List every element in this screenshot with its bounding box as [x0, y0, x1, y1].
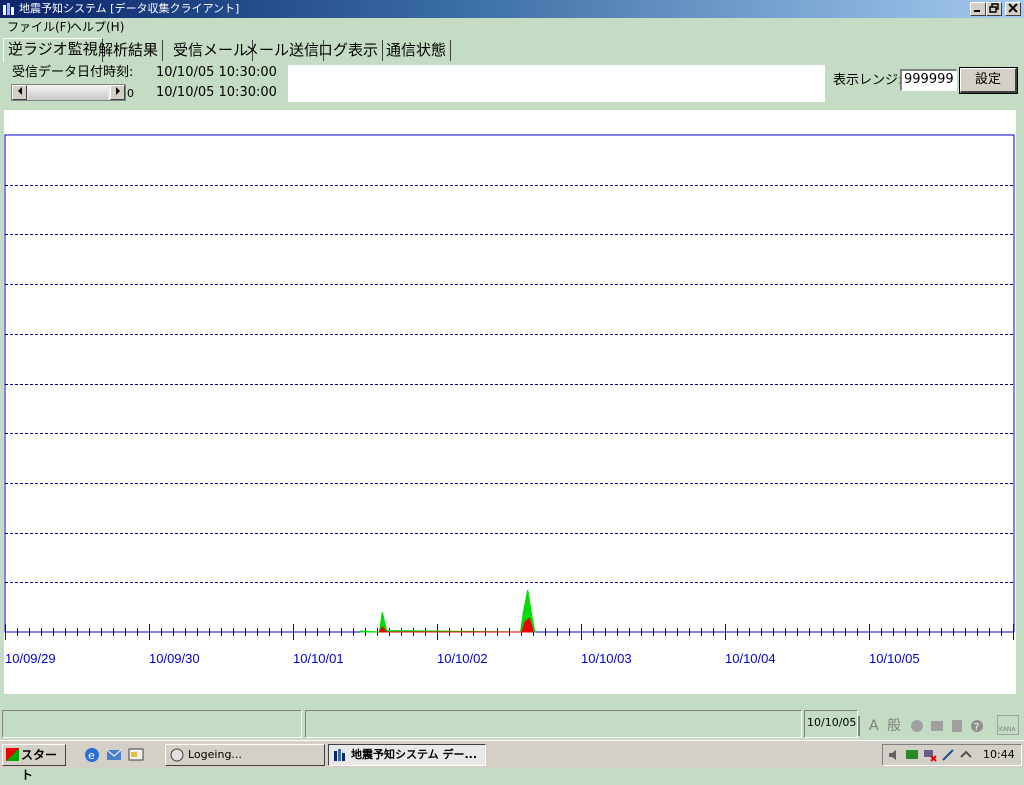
minimize-icon — [974, 10, 980, 12]
start-label: スタート — [21, 748, 58, 782]
arrow-left-icon — [17, 87, 22, 95]
close-icon — [1008, 3, 1018, 13]
menu-bar: ファイル(F) ヘルプ(H) — [0, 18, 1024, 37]
ime-help-icon[interactable]: ? — [969, 718, 985, 734]
taskbar-button-logging-label: Logeing... — [188, 748, 242, 761]
taskbar-button-earthquake-label: 地震予知システム デー... — [351, 748, 478, 761]
volume-icon[interactable] — [887, 748, 901, 762]
start-button[interactable]: スタート — [2, 744, 66, 782]
x-tick-label: 10/10/01 — [293, 651, 344, 666]
x-tick-label: 10/10/05 — [869, 651, 920, 666]
status-pane-date: 10/10/05 — [804, 710, 858, 738]
scroll-left-button[interactable] — [12, 85, 27, 100]
set-button[interactable]: 設定 — [959, 67, 1018, 94]
ime-grip-icon — [858, 716, 860, 736]
time-scrollbar[interactable] — [11, 84, 126, 101]
tab-analysis-results[interactable]: 解析結果 — [94, 40, 164, 61]
taskbar: スタート e Logeing... 地震予知システム デー... 10:44 — [0, 740, 1024, 782]
scroll-thumb[interactable] — [28, 85, 108, 100]
system-tray: 10:44 — [882, 744, 1022, 766]
series-1-area — [378, 617, 535, 633]
plot-frame — [4, 134, 1015, 633]
sync-icon[interactable] — [959, 748, 973, 762]
taskbar-button-earthquake-system[interactable]: 地震予知システム デー... — [328, 744, 486, 766]
tab-send-mail[interactable]: メール送信 — [240, 40, 325, 61]
restore-icon — [989, 3, 999, 13]
message-display-box — [288, 65, 825, 102]
tab-strip: 逆ラジオ監視 解析結果 受信メール メール送信 ログ表示 通信状態 — [0, 38, 1024, 62]
network-disconnected-icon[interactable] — [923, 748, 937, 762]
ime-toolbar: A 般 ? KANA — [857, 714, 1022, 738]
monitor-chart: 10/09/29 10/09/30 10/10/01 10/10/02 10/10/03… — [4, 110, 1016, 694]
tab-reverse-radio-monitor[interactable]: 逆ラジオ監視 — [3, 38, 103, 62]
menu-help[interactable]: ヘルプ(H) — [70, 20, 124, 35]
maximize-button[interactable] — [986, 2, 1002, 16]
pen-icon[interactable] — [941, 748, 955, 762]
minimize-button[interactable] — [970, 2, 986, 16]
received-datetime-label: 受信データ日付時刻: — [12, 65, 134, 80]
earthquake-app-icon — [334, 749, 345, 761]
svg-text:?: ? — [974, 722, 979, 733]
windows-logo-icon — [6, 748, 19, 761]
ime-pad-icon[interactable] — [929, 718, 945, 734]
status-pane-1 — [2, 710, 302, 738]
menu-file[interactable]: ファイル(F) — [7, 20, 71, 35]
ime-kana-label: KANA — [999, 726, 1016, 733]
window-title: 地震予知システム [データ収集クライアント] — [19, 2, 240, 15]
series-0-area — [360, 589, 536, 633]
display-range-input[interactable]: 999999 — [900, 69, 957, 91]
x-tick-label: 10/09/30 — [149, 651, 200, 666]
ime-conversion-mode[interactable]: 般 — [887, 716, 901, 736]
received-datetime-value: 10/10/05 10:30:00 — [156, 65, 277, 80]
app-icon — [3, 3, 14, 15]
tab-log-view[interactable]: ログ表示 — [314, 40, 384, 61]
x-tick-label: 10/10/04 — [725, 651, 776, 666]
x-tick-label: 10/10/02 — [437, 651, 488, 666]
arrow-right-icon — [115, 87, 120, 95]
x-tick-label: 10/10/03 — [581, 651, 632, 666]
chart-canvas: 10/09/29 10/09/30 10/10/01 10/10/02 10/10/03… — [4, 134, 1015, 666]
outlook-express-icon[interactable] — [106, 747, 122, 763]
scroll-position-value: 0 — [127, 87, 134, 100]
internet-explorer-icon[interactable]: e — [84, 747, 100, 763]
x-tick-label: 10/09/29 — [5, 651, 56, 666]
window-title-bar[interactable]: 地震予知システム [データ収集クライアント] — [0, 0, 1024, 18]
ime-dictionary-icon[interactable] — [949, 718, 965, 734]
scroll-right-button[interactable] — [110, 85, 125, 100]
clock[interactable]: 10:44 — [983, 745, 1015, 765]
network-icon[interactable] — [905, 748, 919, 762]
ime-kana-indicator[interactable]: KANA — [997, 715, 1019, 735]
display-range-label: 表示レンジ: — [833, 73, 903, 88]
taskbar-button-logging[interactable]: Logeing... — [165, 744, 325, 766]
status-pane-2 — [305, 710, 802, 738]
show-desktop-icon[interactable] — [128, 747, 144, 763]
logging-app-icon — [170, 748, 184, 762]
selected-datetime-value: 10/10/05 10:30:00 — [156, 85, 277, 100]
ime-tool-icon[interactable] — [909, 718, 925, 734]
svg-text:e: e — [88, 749, 95, 762]
close-button[interactable] — [1005, 2, 1021, 16]
ime-input-mode[interactable]: A — [869, 716, 879, 736]
tab-connection-status[interactable]: 通信状態 — [382, 40, 452, 61]
